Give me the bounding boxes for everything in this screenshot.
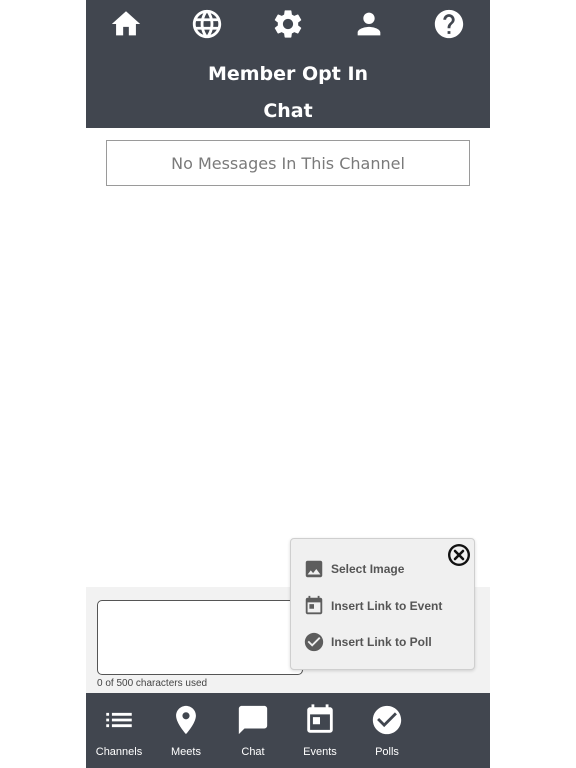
gear-icon[interactable] (270, 6, 306, 42)
nav-channels-label: Channels (95, 746, 143, 758)
insert-poll-link-option[interactable]: Insert Link to Poll (303, 630, 463, 654)
nav-meets[interactable]: Meets (153, 693, 217, 768)
nav-channels[interactable]: Channels (86, 693, 150, 768)
chat-bubble-icon (238, 705, 268, 735)
nav-polls-label: Polls (375, 746, 399, 758)
list-icon (106, 712, 132, 728)
nav-chat[interactable]: Chat (220, 693, 284, 768)
home-icon[interactable] (108, 6, 144, 42)
header-bar: Member Opt In Chat (86, 0, 490, 128)
calendar-icon (307, 704, 333, 733)
char-count-text: 0 of 500 characters used (97, 678, 208, 689)
empty-messages-text: No Messages In This Channel (171, 153, 405, 173)
nav-events[interactable]: Events (287, 693, 351, 768)
message-input[interactable] (97, 600, 303, 675)
select-image-label: Select Image (331, 562, 405, 576)
nav-polls[interactable]: Polls (354, 693, 418, 768)
select-image-option[interactable]: Select Image (303, 557, 463, 581)
page-title: Member Opt In (207, 63, 369, 85)
location-pin-icon (176, 705, 196, 735)
check-circle-icon (304, 632, 324, 652)
help-icon[interactable] (431, 6, 467, 42)
person-icon[interactable] (351, 6, 387, 42)
bottom-nav: Channels Meets Chat Events Polls (86, 693, 490, 768)
attachment-menu: Select Image Insert Link to Event Insert… (290, 538, 475, 670)
check-circle-icon (372, 705, 402, 735)
nav-chat-label: Chat (241, 746, 265, 758)
insert-event-link-option[interactable]: Insert Link to Event (303, 594, 463, 618)
insert-poll-link-label: Insert Link to Poll (331, 635, 432, 649)
page-subtitle: Chat (263, 100, 313, 122)
nav-meets-label: Meets (171, 746, 201, 758)
app-frame: Member Opt In Chat No Messages In This C… (86, 0, 490, 768)
calendar-icon (305, 595, 323, 615)
insert-event-link-label: Insert Link to Event (331, 599, 443, 613)
nav-events-label: Events (303, 746, 337, 758)
globe-icon[interactable] (189, 6, 225, 42)
empty-messages-box: No Messages In This Channel (106, 140, 470, 186)
image-icon (305, 560, 323, 578)
